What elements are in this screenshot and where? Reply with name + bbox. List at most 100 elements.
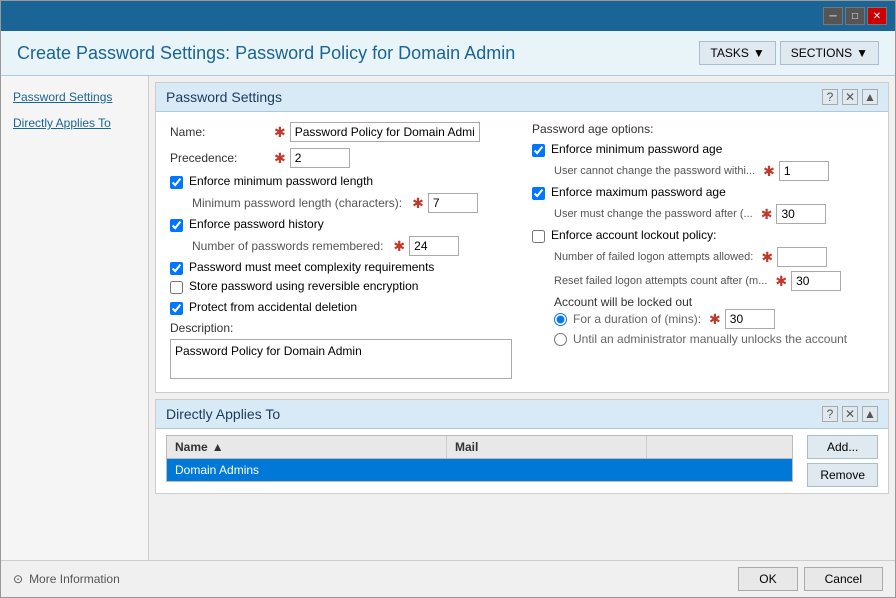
collapse-icon[interactable]: ▲ (862, 89, 878, 105)
sections-button[interactable]: SECTIONS ▼ (780, 41, 879, 65)
enforce-history-checkbox[interactable] (170, 219, 183, 232)
col-name-header: Name ▲ (167, 436, 447, 458)
sidebar-item-directly-applies-to[interactable]: Directly Applies To (1, 110, 148, 136)
reset-after-input[interactable] (791, 271, 841, 291)
enforce-min-age-label: Enforce minimum password age (551, 142, 722, 156)
header-buttons: TASKS ▼ SECTIONS ▼ (699, 41, 879, 65)
sidebar: Password Settings Directly Applies To (1, 76, 149, 560)
help-icon[interactable]: ? (822, 89, 838, 105)
remove-button[interactable]: Remove (807, 463, 878, 487)
name-input[interactable] (290, 122, 480, 142)
description-label: Description: (170, 321, 233, 335)
reversible-label: Store password using reversible encrypti… (189, 279, 418, 293)
directly-applies-icons: ? ✕ ▲ (822, 406, 878, 422)
close-panel-icon[interactable]: ✕ (842, 89, 858, 105)
more-info[interactable]: ⊙ More Information (13, 572, 120, 586)
more-info-label: More Information (29, 572, 120, 586)
min-age-sub-label: User cannot change the password withi... (554, 165, 755, 177)
complexity-checkbox[interactable] (170, 262, 183, 275)
reset-required: ✱ (775, 273, 787, 290)
duration-input[interactable] (725, 309, 775, 329)
table-row[interactable]: Domain Admins (167, 459, 792, 481)
table-actions: Add... Remove (807, 435, 878, 487)
enforce-min-length-label: Enforce minimum password length (189, 174, 373, 188)
radio-duration-label: For a duration of (mins): (573, 312, 701, 326)
main-area: Password Settings Directly Applies To Pa… (1, 76, 895, 560)
lockout-attempts-row: Number of failed logon attempts allowed:… (554, 247, 874, 267)
col-mail-header: Mail (447, 436, 647, 458)
radio-manual-label: Until an administrator manually unlocks … (573, 332, 847, 346)
description-section: Description: Password Policy for Domain … (170, 321, 512, 382)
enforce-max-age-checkbox[interactable] (532, 187, 545, 200)
footer-buttons: OK Cancel (738, 567, 883, 591)
header: Create Password Settings: Password Polic… (1, 31, 895, 76)
min-age-input[interactable] (779, 161, 829, 181)
reversible-checkbox[interactable] (170, 281, 183, 294)
protect-deletion-label: Protect from accidental deletion (189, 300, 357, 314)
precedence-input[interactable] (290, 148, 350, 168)
row-mail (455, 463, 655, 477)
lockout-attempts-required: ✱ (761, 249, 773, 266)
history-required: ✱ (393, 238, 405, 255)
collapse-icon-2[interactable]: ▲ (862, 406, 878, 422)
sort-up-icon: ▲ (212, 440, 224, 454)
duration-required: ✱ (709, 311, 721, 328)
enforce-min-age-checkbox[interactable] (532, 144, 545, 157)
enforce-lockout-label: Enforce account lockout policy: (551, 228, 716, 242)
max-age-input[interactable] (776, 204, 826, 224)
complexity-row: Password must meet complexity requiremen… (170, 260, 512, 275)
reversible-row: Store password using reversible encrypti… (170, 279, 512, 294)
page-title: Create Password Settings: Password Polic… (17, 43, 515, 64)
max-age-sub-row: User must change the password after (...… (554, 204, 874, 224)
close-panel-icon-2[interactable]: ✕ (842, 406, 858, 422)
history-input[interactable] (409, 236, 459, 256)
enforce-min-length-checkbox[interactable] (170, 176, 183, 189)
tasks-button[interactable]: TASKS ▼ (699, 41, 775, 65)
help-icon-2[interactable]: ? (822, 406, 838, 422)
ok-button[interactable]: OK (738, 567, 797, 591)
directly-applies-table: Name ▲ Mail Domain Admins (166, 435, 793, 487)
lockout-attempts-input[interactable] (777, 247, 827, 267)
name-row: Name: ✱ (170, 122, 512, 142)
radio-manual-input[interactable] (554, 333, 567, 346)
password-settings-header: Password Settings ? ✕ ▲ (156, 83, 888, 112)
password-settings-body: Name: ✱ Precedence: ✱ (156, 112, 888, 392)
sidebar-item-password-settings[interactable]: Password Settings (1, 84, 148, 110)
reset-after-row: Reset failed logon attempts count after … (554, 271, 874, 291)
name-required: ✱ (274, 124, 286, 141)
password-age-section: Password age options: Enforce minimum pa… (532, 122, 874, 346)
col-right: Password age options: Enforce minimum pa… (532, 122, 874, 382)
complexity-label: Password must meet complexity requiremen… (189, 260, 434, 274)
protect-deletion-row: Protect from accidental deletion (170, 300, 512, 315)
directly-applies-header: Directly Applies To ? ✕ ▲ (156, 400, 888, 429)
cancel-button[interactable]: Cancel (804, 567, 883, 591)
tasks-label: TASKS (710, 46, 748, 60)
enforce-min-length-row: Enforce minimum password length (170, 174, 512, 189)
chevron-down-icon: ⊙ (13, 572, 23, 586)
close-button[interactable]: ✕ (867, 7, 887, 25)
col-left: Name: ✱ Precedence: ✱ (170, 122, 512, 382)
panel-header-icons: ? ✕ ▲ (822, 89, 878, 105)
lockout-label-row: Account will be locked out (554, 295, 874, 309)
protect-deletion-checkbox[interactable] (170, 302, 183, 315)
radio-duration-input[interactable] (554, 313, 567, 326)
description-input[interactable]: Password Policy for Domain Admin (170, 339, 512, 379)
maximize-button[interactable]: □ (845, 7, 865, 25)
footer: ⊙ More Information OK Cancel (1, 560, 895, 597)
enforce-max-age-label: Enforce maximum password age (551, 185, 726, 199)
min-length-input[interactable] (428, 193, 478, 213)
table-body: Domain Admins (166, 458, 793, 482)
minimize-button[interactable]: ─ (823, 7, 843, 25)
content-area: Password Settings ? ✕ ▲ Name: ✱ (149, 76, 895, 560)
min-age-required: ✱ (763, 163, 775, 180)
add-button[interactable]: Add... (807, 435, 878, 459)
enforce-lockout-checkbox[interactable] (532, 230, 545, 243)
table-header: Name ▲ Mail (166, 435, 793, 458)
max-age-sub-label: User must change the password after (... (554, 208, 753, 220)
directly-applies-title: Directly Applies To (166, 406, 280, 422)
enforce-min-age-row: Enforce minimum password age (532, 142, 874, 157)
history-sub-label: Number of passwords remembered: (192, 239, 383, 253)
sections-label: SECTIONS (791, 46, 852, 60)
titlebar-controls: ─ □ ✕ (823, 7, 887, 25)
password-age-label-row: Password age options: (532, 122, 874, 136)
